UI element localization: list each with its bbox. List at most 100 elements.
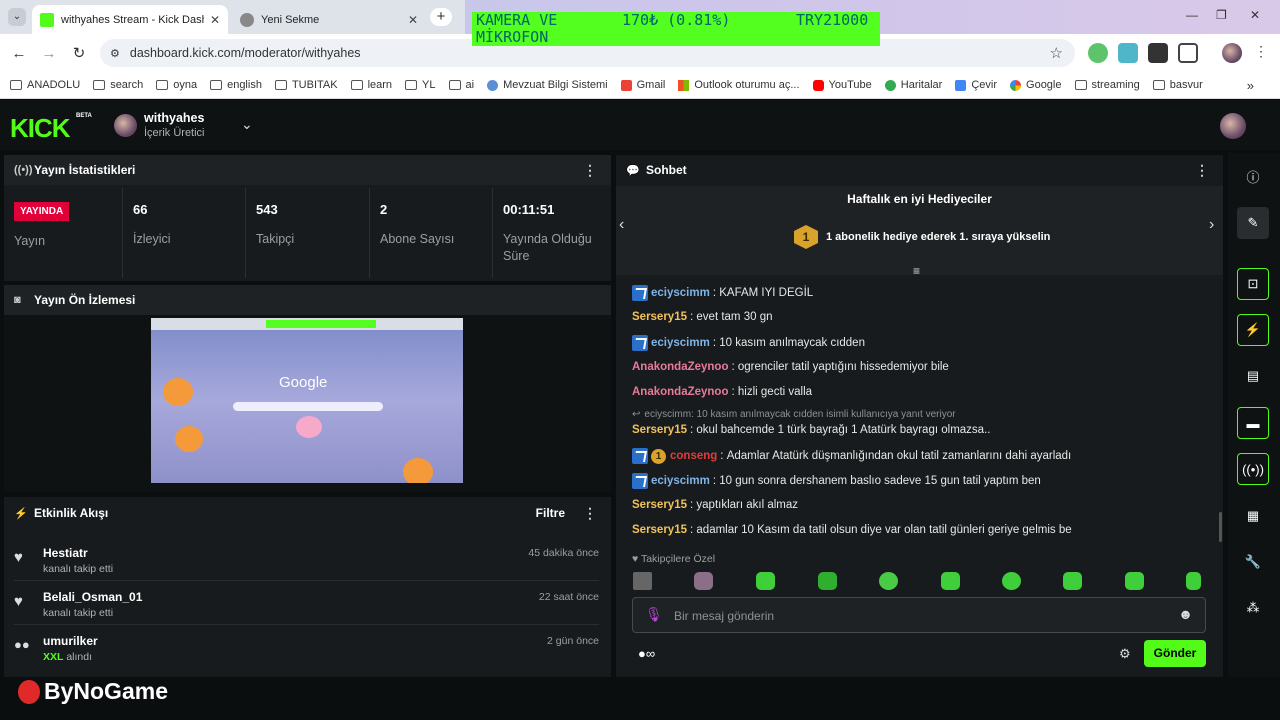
user-avatar[interactable]: [1220, 113, 1246, 139]
chevron-right-icon[interactable]: ›: [1209, 216, 1214, 234]
bookmark-item[interactable]: TUBITAK: [274, 79, 338, 91]
emote[interactable]: [1125, 572, 1144, 590]
chat-username[interactable]: Sersery15: [632, 424, 687, 436]
bookmark-item[interactable]: Google: [1010, 79, 1062, 91]
info-icon[interactable]: ⓘ: [1237, 160, 1269, 192]
folder-icon: [93, 80, 106, 90]
chevron-left-icon[interactable]: ‹: [619, 216, 624, 234]
microphone-icon[interactable]: 🎙: [645, 606, 663, 623]
window-close-button[interactable]: ✕: [1250, 8, 1260, 22]
emote[interactable]: [1002, 572, 1021, 590]
forward-icon[interactable]: →: [34, 45, 64, 62]
layout-icon[interactable]: ▦: [1237, 500, 1269, 532]
google-icon: [1010, 79, 1022, 91]
bookmark-item[interactable]: ANADOLU: [10, 79, 80, 91]
close-icon[interactable]: ✕: [210, 13, 220, 27]
more-options-icon[interactable]: ⋮: [583, 162, 597, 179]
bookmark-item[interactable]: Outlook oturumu aç...: [678, 79, 800, 91]
lightning-icon[interactable]: ⚡: [1237, 314, 1269, 346]
site-info-icon[interactable]: ⚙: [110, 47, 120, 60]
bookmark-item[interactable]: oyna: [156, 79, 197, 91]
broadcast-icon[interactable]: ((•)): [1237, 453, 1269, 485]
chat-username[interactable]: AnakondaZeynoo: [632, 361, 728, 373]
chat-username[interactable]: eciyscimm: [651, 337, 710, 349]
extension-shield-icon[interactable]: [1088, 43, 1108, 63]
profile-avatar[interactable]: [1222, 43, 1242, 63]
emote[interactable]: [756, 572, 775, 590]
emote-section-header: ♥ Takipçilere Özel: [632, 553, 715, 565]
emote[interactable]: [879, 572, 898, 590]
wrench-icon[interactable]: 🔧: [1237, 546, 1269, 578]
chat-input-box[interactable]: 🎙 Bir mesaj gönderin ☻: [632, 597, 1206, 633]
emote[interactable]: [941, 572, 960, 590]
extension-translate-icon[interactable]: [1118, 43, 1138, 63]
emote[interactable]: [818, 572, 837, 590]
notes-icon[interactable]: ▤: [1237, 360, 1269, 392]
bookmark-item[interactable]: english: [210, 79, 262, 91]
more-bookmarks-icon[interactable]: »: [1247, 78, 1254, 93]
chat-username[interactable]: Sersery15: [632, 311, 687, 323]
chat-username[interactable]: AnakondaZeynoo: [632, 386, 728, 398]
browser-menu-icon[interactable]: ⋮: [1254, 43, 1268, 60]
send-button[interactable]: Gönder: [1144, 640, 1206, 667]
chat-scrollbar[interactable]: [1219, 512, 1222, 542]
tab-new-tab[interactable]: Yeni Sekme ✕: [232, 5, 426, 34]
kicks-icon[interactable]: ⁂: [1237, 592, 1269, 624]
emote[interactable]: [1186, 572, 1201, 590]
chat-username[interactable]: Sersery15: [632, 524, 687, 536]
emote[interactable]: [694, 572, 713, 590]
kick-logo[interactable]: KICK: [10, 113, 71, 144]
chat-settings-gear-icon[interactable]: ⚙: [1119, 646, 1131, 662]
activity-user[interactable]: Hestiatr: [43, 546, 88, 560]
emote[interactable]: [1063, 572, 1082, 590]
chat-message: Sersery15: evet tam 30 gn: [632, 311, 773, 323]
channel-switch-chevron-down-icon[interactable]: ⌄: [241, 116, 253, 133]
chat-username[interactable]: Sersery15: [632, 499, 687, 511]
screenshot-icon[interactable]: ⊡: [1237, 268, 1269, 300]
chat-username[interactable]: eciyscimm: [651, 287, 710, 299]
close-icon[interactable]: ✕: [408, 13, 418, 27]
emote[interactable]: [633, 572, 652, 590]
chat-icon[interactable]: ▬: [1237, 407, 1269, 439]
emoji-icon[interactable]: ☻: [1178, 606, 1193, 622]
chat-text: 10 kasım anılmaycak cıdden: [719, 337, 865, 349]
extension-tool-icon[interactable]: [1148, 43, 1168, 63]
bookmark-label: english: [227, 79, 262, 91]
bookmark-item[interactable]: Çevir: [955, 79, 997, 91]
bookmark-item[interactable]: streaming: [1074, 79, 1140, 91]
bookmark-star-icon[interactable]: ☆: [1050, 44, 1063, 62]
bookmark-item[interactable]: learn: [350, 79, 392, 91]
chat-text: hizli gecti valla: [737, 386, 813, 398]
back-icon[interactable]: ←: [4, 45, 34, 62]
bookmark-item[interactable]: basvur: [1152, 79, 1203, 91]
minimize-button[interactable]: —: [1186, 8, 1198, 22]
bookmark-label: YouTube: [828, 79, 872, 91]
ticker-text: MİKROFON: [476, 28, 549, 46]
filter-button[interactable]: Filtre: [536, 506, 565, 520]
activity-user[interactable]: Belali_Osman_01: [43, 590, 142, 604]
tab-kick-dashboard[interactable]: withyahes Stream - Kick Dashb ✕: [32, 5, 228, 34]
kicks-infinity-icon[interactable]: ●∞: [638, 646, 655, 661]
chat-username[interactable]: eciyscimm: [651, 475, 710, 487]
chat-username[interactable]: conseng: [670, 450, 717, 462]
stat-value: 00:11:51: [503, 202, 555, 217]
more-options-icon[interactable]: ⋮: [583, 505, 597, 522]
bookmark-item[interactable]: ai: [448, 79, 474, 91]
edit-pencil-icon[interactable]: ✎: [1237, 207, 1269, 239]
bookmark-item[interactable]: Haritalar: [884, 79, 942, 91]
maximize-button[interactable]: ❐: [1216, 8, 1227, 22]
bookmark-item[interactable]: YL: [405, 79, 436, 91]
bookmark-item[interactable]: YouTube: [812, 79, 872, 91]
stream-preview-video[interactable]: Google: [151, 318, 463, 483]
bookmark-item[interactable]: Gmail: [620, 79, 665, 91]
tab-search-button[interactable]: ⌄: [8, 8, 26, 26]
bookmark-item[interactable]: search: [93, 79, 143, 91]
bookmark-item[interactable]: Mevzuat Bilgi Sistemi: [487, 79, 608, 91]
folder-icon: [1074, 80, 1087, 90]
collapse-banner-icon[interactable]: ≡: [913, 264, 920, 278]
more-options-icon[interactable]: ⋮: [1195, 162, 1209, 179]
extensions-puzzle-icon[interactable]: [1178, 43, 1198, 63]
new-tab-button[interactable]: +: [430, 8, 452, 26]
activity-user[interactable]: umurilker: [43, 634, 98, 648]
reload-icon[interactable]: ↻: [64, 44, 94, 62]
